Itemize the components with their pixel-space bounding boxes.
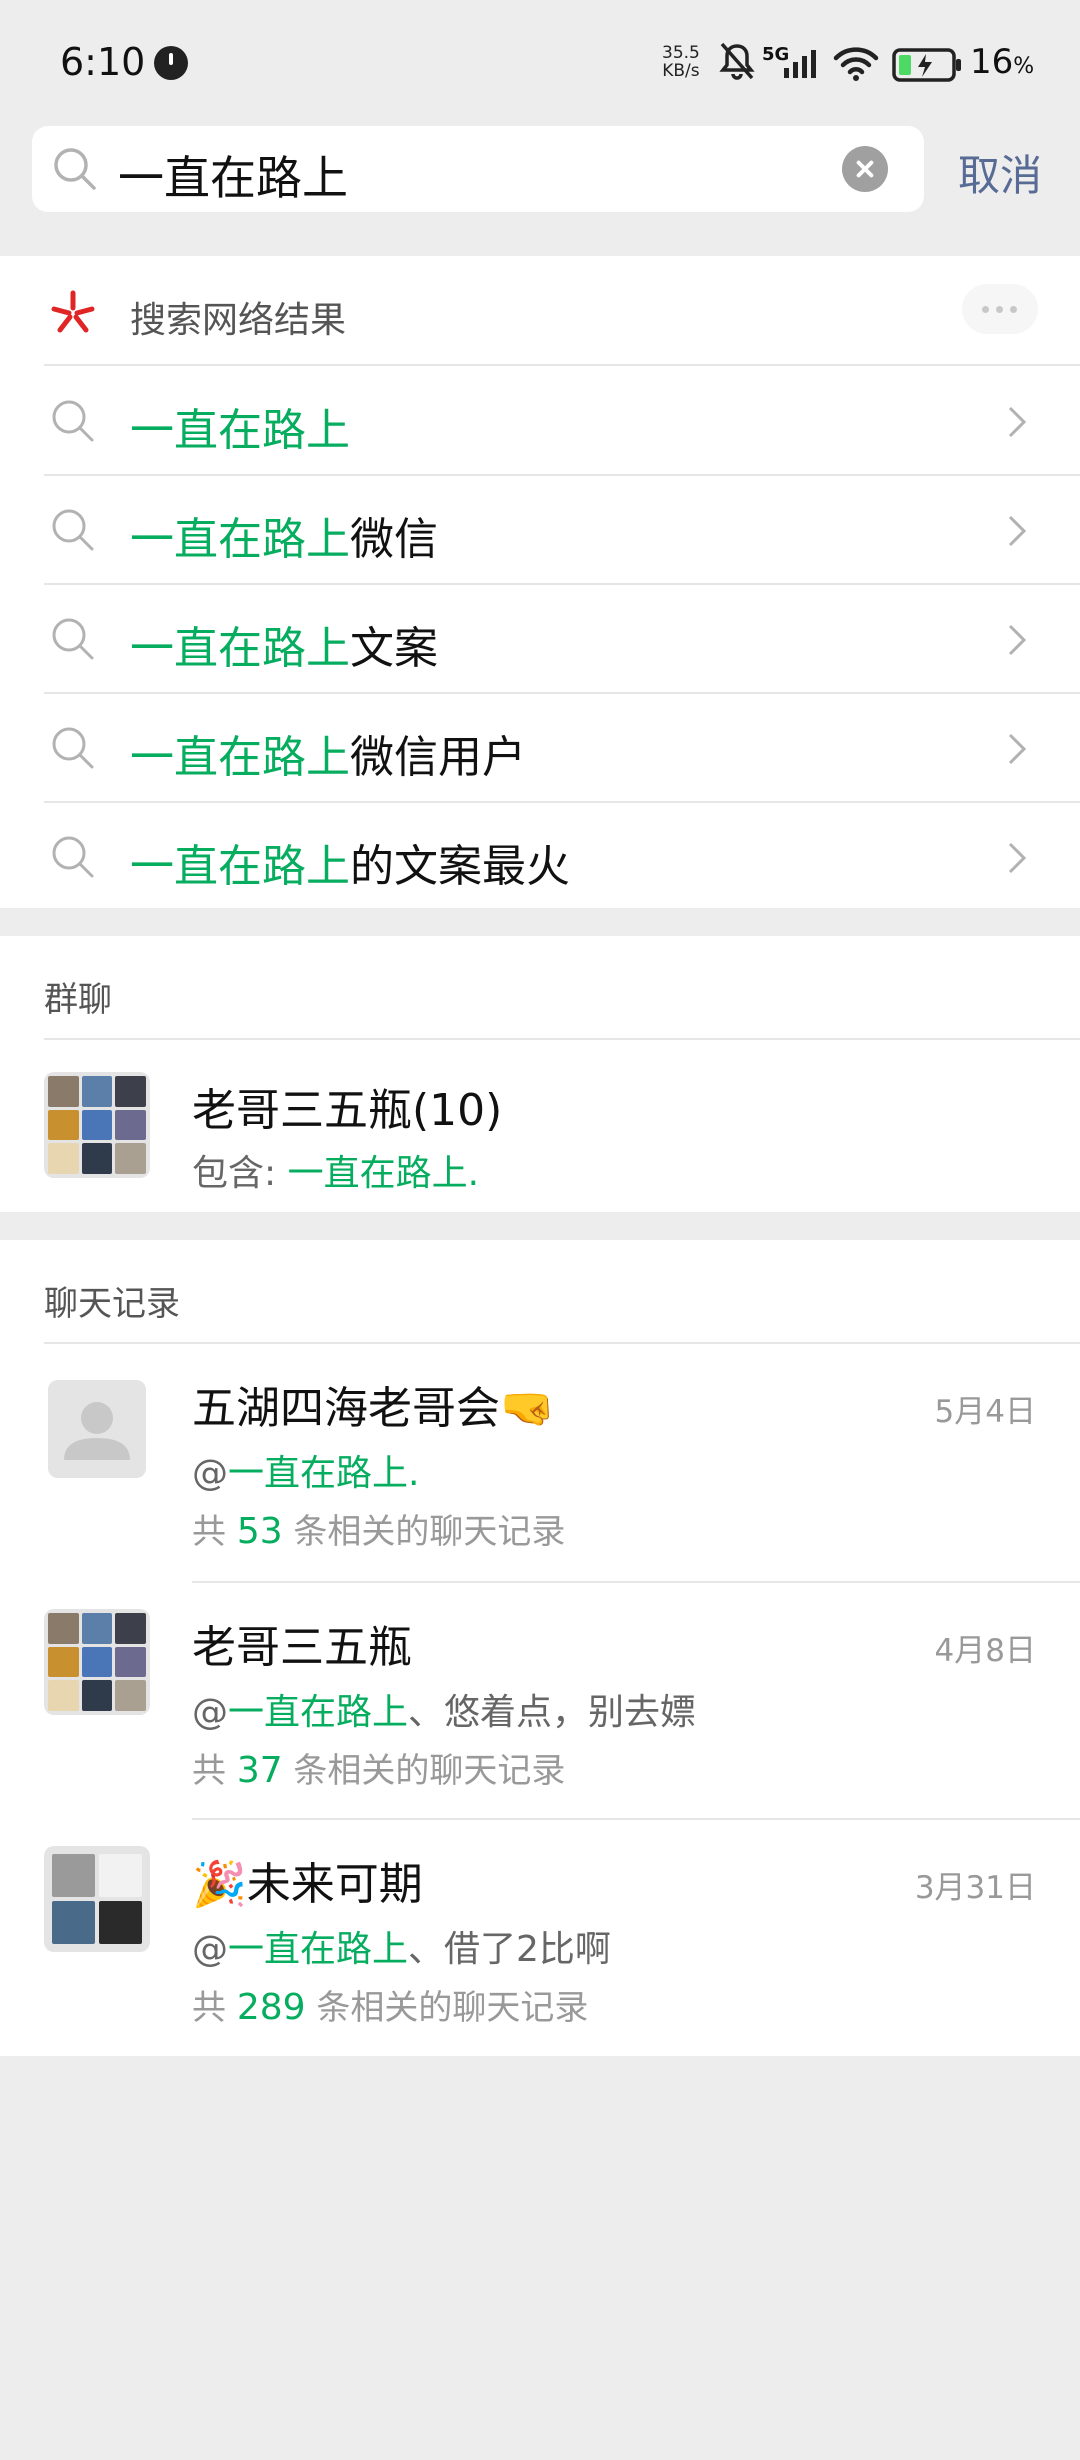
web-search-header[interactable]: 搜索网络结果: [0, 256, 1080, 364]
search-icon: [52, 618, 94, 660]
group-name: 老哥三五瓶(10): [192, 1085, 503, 1136]
chat-record-count: 共 289 条相关的聊天记录: [192, 1987, 589, 2028]
clear-search-icon[interactable]: [842, 146, 888, 192]
status-bar: 6:10 35.5 KB/s 5G 16%: [0, 0, 1080, 118]
suggestion-text: 一直在路上的文案最火: [130, 841, 570, 892]
search-icon: [52, 836, 94, 878]
chat-record-count: 共 53 条相关的聊天记录: [192, 1511, 566, 1552]
clock-icon: [154, 46, 188, 80]
search-input[interactable]: 一直在路上: [32, 126, 924, 212]
wifi-icon: [833, 47, 879, 81]
chat-match: @一直在路上、悠着点，别去嫖: [192, 1692, 697, 1733]
chevron-right-icon: [1008, 515, 1027, 547]
cancel-button[interactable]: 取消: [958, 142, 1042, 203]
suggestion-item[interactable]: 一直在路上的文案最火: [0, 802, 1080, 911]
chat-match: @一直在路上.: [192, 1453, 420, 1494]
group-chat-section: 群聊 老哥三五瓶(10) 包含: 一直在路上.: [0, 936, 1080, 1212]
mute-bell-icon: [719, 42, 755, 80]
default-avatar-icon: [48, 1380, 146, 1478]
group-avatar: [44, 1609, 150, 1715]
web-search-title: 搜索网络结果: [130, 300, 347, 341]
chat-match: @一直在路上、借了2比啊: [192, 1929, 611, 1970]
chat-history-section: 聊天记录 五湖四海老哥会🤜 5月4日 @一直在路上. 共 53 条相关的聊天记录…: [0, 1240, 1080, 2056]
search-query-text[interactable]: 一直在路上: [118, 142, 348, 208]
search-icon: [52, 727, 94, 769]
chat-name: 老哥三五瓶: [192, 1622, 412, 1673]
suggestion-item[interactable]: 一直在路上微信用户: [0, 693, 1080, 802]
chat-record-count: 共 37 条相关的聊天记录: [192, 1750, 566, 1791]
chat-name: 五湖四海老哥会🤜: [192, 1383, 555, 1434]
section-title: 聊天记录: [44, 1284, 180, 1324]
chat-date: 4月8日: [934, 1633, 1036, 1669]
chevron-right-icon: [1008, 842, 1027, 874]
chat-date: 3月31日: [914, 1870, 1036, 1906]
web-search-results: 搜索网络结果 一直在路上 一直在路上微信 一直在路上文案 一直在路上微信用户 一…: [0, 256, 1080, 908]
search-icon: [54, 148, 96, 190]
chat-item[interactable]: 五湖四海老哥会🤜 5月4日 @一直在路上. 共 53 条相关的聊天记录: [0, 1344, 1080, 1582]
suggestion-text: 一直在路上微信用户: [130, 732, 526, 783]
chevron-right-icon: [1008, 406, 1027, 438]
group-item[interactable]: 老哥三五瓶(10) 包含: 一直在路上.: [0, 1040, 1080, 1212]
group-match: 包含: 一直在路上.: [192, 1153, 480, 1194]
suggestion-text: 一直在路上文案: [130, 623, 438, 674]
more-options-icon[interactable]: [962, 284, 1038, 334]
search-icon: [52, 509, 94, 551]
search-network-logo-icon: [51, 290, 95, 333]
section-title: 群聊: [44, 980, 112, 1020]
battery-percent: 16%: [970, 42, 1035, 82]
search-icon: [52, 400, 94, 442]
suggestion-item[interactable]: 一直在路上文案: [0, 584, 1080, 693]
signal-icon: [784, 50, 816, 78]
chat-item[interactable]: 🎉未来可期 3月31日 @一直在路上、借了2比啊 共 289 条相关的聊天记录: [0, 1820, 1080, 2056]
chevron-right-icon: [1008, 733, 1027, 765]
group-avatar: [44, 1846, 150, 1952]
chat-date: 5月4日: [934, 1394, 1036, 1430]
network-speed: 35.5 KB/s: [662, 43, 700, 81]
group-avatar: [44, 1072, 150, 1178]
suggestion-item[interactable]: 一直在路上: [0, 366, 1080, 475]
chat-item[interactable]: 老哥三五瓶 4月8日 @一直在路上、悠着点，别去嫖 共 37 条相关的聊天记录: [0, 1583, 1080, 1819]
suggestion-text: 一直在路上: [130, 405, 350, 456]
chevron-right-icon: [1008, 624, 1027, 656]
chat-name: 🎉未来可期: [192, 1859, 423, 1910]
status-time: 6:10: [60, 40, 146, 84]
suggestion-item[interactable]: 一直在路上微信: [0, 475, 1080, 584]
suggestion-text: 一直在路上微信: [130, 514, 438, 565]
battery-icon: [892, 48, 961, 82]
